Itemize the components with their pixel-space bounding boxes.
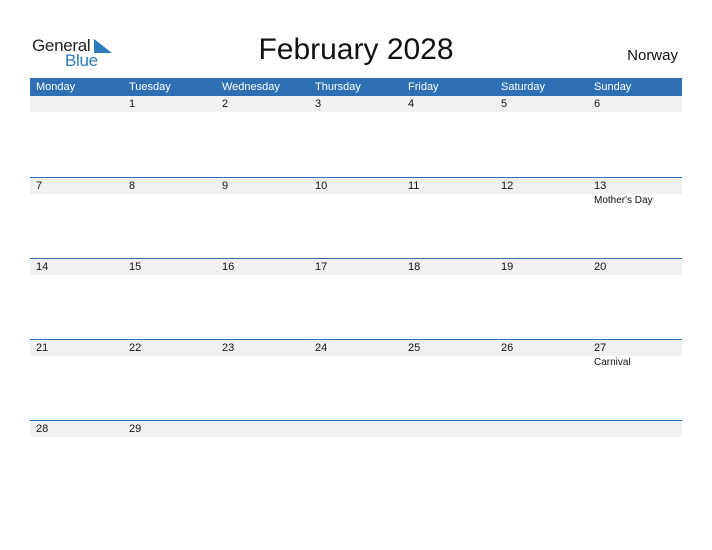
day-number: 26 — [501, 342, 514, 354]
holiday-label — [495, 194, 588, 208]
day-number: 15 — [129, 261, 142, 273]
day-number: 6 — [594, 98, 601, 110]
week-row: 7 8 9 10 11 12 13 Mother's Day — [30, 177, 682, 258]
day-number: 12 — [501, 180, 514, 192]
day-number: 10 — [315, 180, 328, 192]
day-number — [402, 421, 495, 437]
day-number — [216, 421, 309, 437]
holiday-label — [309, 356, 402, 370]
week-row: 28 29 — [30, 420, 682, 501]
events-row: Carnival — [30, 356, 682, 370]
holiday-label: Mother's Day — [594, 195, 653, 206]
weekday-friday: Friday — [408, 81, 439, 93]
day-number: 9 — [222, 180, 229, 192]
weekday-header: Monday Tuesday Wednesday Thursday Friday… — [30, 78, 682, 96]
day-number: 24 — [315, 342, 328, 354]
day-number: 3 — [315, 98, 322, 110]
date-band: 7 8 9 10 11 12 13 — [30, 178, 682, 194]
calendar-grid: Monday Tuesday Wednesday Thursday Friday… — [30, 78, 682, 501]
holiday-label — [30, 356, 123, 370]
date-band: 21 22 23 24 25 26 27 — [30, 340, 682, 356]
week-row: 1 2 3 4 5 6 — [30, 96, 682, 177]
day-number: 1 — [129, 98, 136, 110]
day-number: 22 — [129, 342, 142, 354]
weekday-sunday: Sunday — [594, 81, 632, 93]
day-number — [30, 96, 123, 112]
day-number — [495, 421, 588, 437]
day-number: 16 — [222, 261, 235, 273]
day-number: 27 — [594, 342, 607, 354]
events-row: Mother's Day — [30, 194, 682, 208]
day-number: 20 — [594, 261, 607, 273]
day-number — [309, 421, 402, 437]
day-number: 19 — [501, 261, 514, 273]
day-number: 25 — [408, 342, 421, 354]
weekday-saturday: Saturday — [501, 81, 546, 93]
holiday-label — [123, 194, 216, 208]
weekday-wednesday: Wednesday — [222, 81, 280, 93]
day-number: 14 — [36, 261, 49, 273]
day-number: 18 — [408, 261, 421, 273]
holiday-label — [216, 194, 309, 208]
day-number: 4 — [408, 98, 415, 110]
holiday-label — [30, 194, 123, 208]
day-number: 2 — [222, 98, 229, 110]
holiday-label — [123, 356, 216, 370]
weekday-monday: Monday — [36, 81, 76, 93]
day-number: 29 — [129, 423, 142, 435]
holiday-label — [402, 194, 495, 208]
holiday-label: Carnival — [594, 357, 631, 368]
day-number: 11 — [408, 180, 420, 192]
date-band: 1 2 3 4 5 6 — [30, 96, 682, 112]
day-number: 5 — [501, 98, 508, 110]
holiday-label — [402, 356, 495, 370]
week-row: 21 22 23 24 25 26 27 Carnival — [30, 339, 682, 420]
day-number: 7 — [36, 180, 43, 192]
day-number: 13 — [594, 180, 607, 192]
calendar-title: February 2028 — [258, 33, 454, 66]
week-row: 14 15 16 17 18 19 20 — [30, 258, 682, 339]
day-number: 28 — [36, 423, 49, 435]
weekday-thursday: Thursday — [315, 81, 361, 93]
day-number: 21 — [36, 342, 49, 354]
country-label: Norway — [627, 47, 678, 64]
date-band: 14 15 16 17 18 19 20 — [30, 259, 682, 275]
holiday-label — [309, 194, 402, 208]
day-number: 17 — [315, 261, 328, 273]
day-number — [588, 421, 681, 437]
weekday-tuesday: Tuesday — [129, 81, 171, 93]
holiday-label — [216, 356, 309, 370]
day-number: 23 — [222, 342, 235, 354]
holiday-label — [495, 356, 588, 370]
date-band: 28 29 — [30, 421, 682, 437]
day-number: 8 — [129, 180, 136, 192]
